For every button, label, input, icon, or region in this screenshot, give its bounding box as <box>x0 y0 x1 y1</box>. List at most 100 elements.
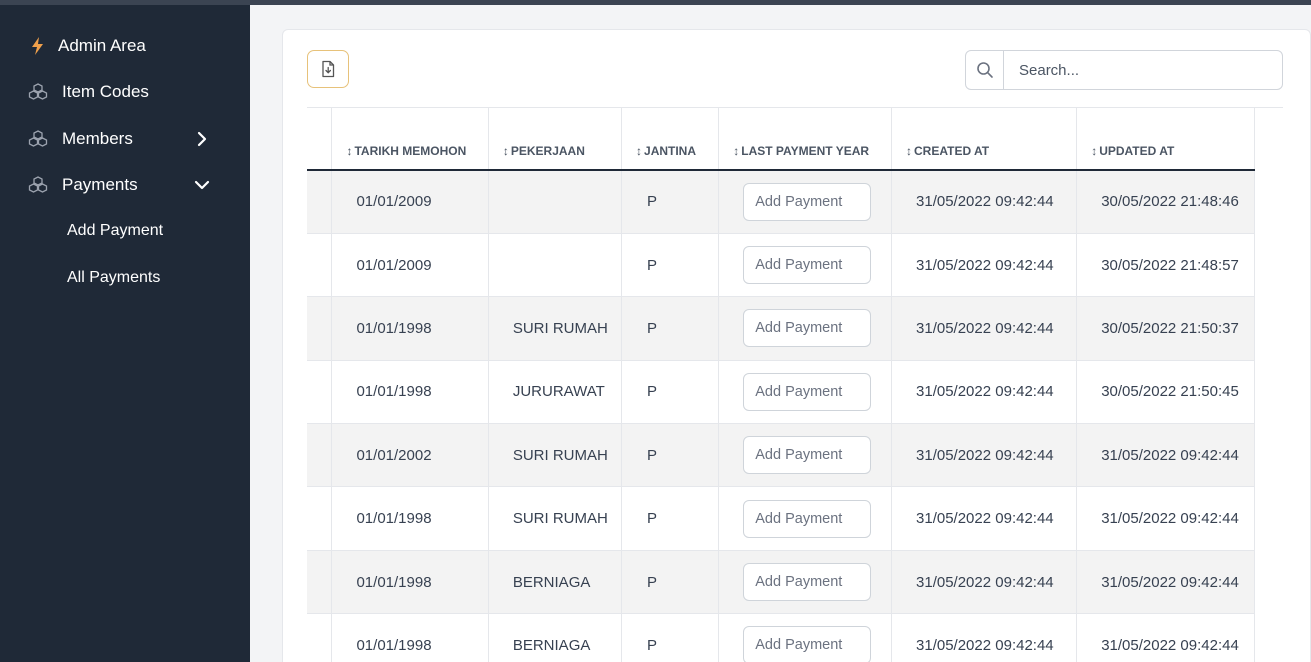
table-cell-jantina: P <box>621 550 720 615</box>
sidebar-item-item-codes[interactable]: Item Codes <box>0 75 250 109</box>
table-cell-payment <box>718 486 893 551</box>
table-cell-updated: 30/05/2022 21:50:37 <box>1076 296 1255 361</box>
table-cell-pekerjaan: BERNIAGA <box>488 550 623 615</box>
table-cell-tarikh: 01/01/1998 <box>331 613 489 662</box>
table-cell-created: 31/05/2022 09:42:44 <box>891 360 1078 425</box>
sidebar-item-label: Members <box>62 129 133 148</box>
table-row: 01/01/2009 P 31/05/2022 09:42:44 30/05/2… <box>307 170 1255 234</box>
sidebar-title: Admin Area <box>58 36 146 55</box>
table-cell-tarikh: 01/01/1998 <box>331 550 489 615</box>
chevron-right-icon[interactable] <box>194 131 210 147</box>
table-cell-updated: 30/05/2022 21:48:57 <box>1076 233 1255 298</box>
column-header-jantina[interactable]: ↕ JANTINA <box>621 108 720 171</box>
sidebar-subitem-all-payments[interactable]: All Payments <box>0 262 250 294</box>
table-cell-pekerjaan: SURI RUMAH <box>488 423 623 488</box>
table-cell-payment <box>718 550 893 615</box>
table-cell-jantina: P <box>621 233 720 298</box>
table-cell-payment <box>718 296 893 361</box>
table-cell-tarikh: 01/01/1998 <box>331 296 489 361</box>
table-cell <box>307 486 333 551</box>
sidebar-item-admin-area[interactable]: Admin Area <box>0 29 250 63</box>
column-header-created-at[interactable]: ↕ CREATED AT <box>891 108 1078 171</box>
cubes-icon <box>28 130 48 147</box>
table-cell-created: 31/05/2022 09:42:44 <box>891 296 1078 361</box>
column-header-last-payment-year[interactable]: ↕ LAST PAYMENT YEAR <box>718 108 893 171</box>
column-header-pekerjaan[interactable]: ↕ PEKERJAAN <box>488 108 623 171</box>
table-cell-created: 31/05/2022 09:42:44 <box>891 486 1078 551</box>
table-cell <box>307 423 333 488</box>
table-cell-jantina: P <box>621 423 720 488</box>
table-cell-jantina: P <box>621 360 720 425</box>
table-cell-payment <box>718 613 893 662</box>
table-cell <box>307 360 333 425</box>
sidebar-item-members[interactable]: Members <box>0 122 250 156</box>
column-header-tarikh-memohon[interactable]: ↕ TARIKH MEMOHON <box>331 108 489 171</box>
table-cell-pekerjaan <box>488 170 623 234</box>
table-cell-created: 31/05/2022 09:42:44 <box>891 423 1078 488</box>
search-icon-box[interactable] <box>966 51 1004 89</box>
search-box <box>965 50 1283 90</box>
table-cell-payment <box>718 170 893 234</box>
table-cell <box>307 296 333 361</box>
table-row: 01/01/1998 SURI RUMAH P 31/05/2022 09:42… <box>307 296 1255 361</box>
table-cell-tarikh: 01/01/2009 <box>331 170 489 234</box>
sidebar-item-label: Item Codes <box>62 82 149 101</box>
sidebar-subitem-label: All Payments <box>67 269 161 286</box>
cubes-icon <box>28 83 48 100</box>
table-row: 01/01/1998 SURI RUMAH P 31/05/2022 09:42… <box>307 486 1255 551</box>
table-cell-jantina: P <box>621 170 720 234</box>
table-cell-updated: 30/05/2022 21:48:46 <box>1076 170 1255 234</box>
sidebar: Admin Area Item Codes Members Payments A… <box>0 5 250 662</box>
sidebar-subitem-label: Add Payment <box>67 222 164 239</box>
export-button[interactable] <box>307 50 349 88</box>
add-payment-input[interactable] <box>743 246 872 285</box>
search-icon <box>976 62 993 78</box>
table-cell-tarikh: 01/01/2002 <box>331 423 489 488</box>
table-row: 01/01/1998 JURURAWAT P 31/05/2022 09:42:… <box>307 360 1255 425</box>
table-cell <box>307 170 333 234</box>
table-header-row: C ↕TARIKH MEMOHON ↕PEKERJAAN ↕JANTINA ↕L… <box>307 108 1255 171</box>
add-payment-input[interactable] <box>743 563 872 602</box>
add-payment-input[interactable] <box>743 182 872 221</box>
table-cell-pekerjaan <box>488 233 623 298</box>
table-cell <box>307 233 333 298</box>
table-cell-created: 31/05/2022 09:42:44 <box>891 170 1078 234</box>
column-header[interactable]: C <box>307 108 333 171</box>
chevron-down-icon[interactable] <box>194 177 210 193</box>
table-cell-jantina: P <box>621 486 720 551</box>
sidebar-item-label: Payments <box>62 175 138 194</box>
column-header-updated-at[interactable]: ↕ UPDATED AT <box>1076 108 1255 171</box>
table-scroll-area: C ↕TARIKH MEMOHON ↕PEKERJAAN ↕JANTINA ↕L… <box>307 107 1283 662</box>
sidebar-subitem-add-payment[interactable]: Add Payment <box>0 215 250 247</box>
add-payment-input[interactable] <box>743 372 872 411</box>
table-cell <box>307 550 333 615</box>
add-payment-input[interactable] <box>743 499 872 538</box>
table-cell-payment <box>718 233 893 298</box>
sidebar-item-payments[interactable]: Payments <box>0 168 250 202</box>
table-cell-updated: 31/05/2022 09:42:44 <box>1076 550 1255 615</box>
table-cell-created: 31/05/2022 09:42:44 <box>891 550 1078 615</box>
table-cell <box>307 613 333 662</box>
table-row: 01/01/2002 SURI RUMAH P 31/05/2022 09:42… <box>307 423 1255 488</box>
file-download-icon <box>322 60 335 78</box>
table-row: 01/01/1998 BERNIAGA P 31/05/2022 09:42:4… <box>307 550 1255 615</box>
add-payment-input[interactable] <box>743 309 872 348</box>
table-cell-pekerjaan: SURI RUMAH <box>488 486 623 551</box>
add-payment-input[interactable] <box>743 626 872 662</box>
table-cell-tarikh: 01/01/1998 <box>331 360 489 425</box>
cubes-icon <box>28 176 48 193</box>
table-cell-pekerjaan: SURI RUMAH <box>488 296 623 361</box>
table-cell-created: 31/05/2022 09:42:44 <box>891 233 1078 298</box>
table-cell-updated: 30/05/2022 21:50:45 <box>1076 360 1255 425</box>
table-cell-payment <box>718 423 893 488</box>
lightning-icon <box>32 37 43 55</box>
table-cell-tarikh: 01/01/1998 <box>331 486 489 551</box>
table-cell-payment <box>718 360 893 425</box>
table-cell-updated: 31/05/2022 09:42:44 <box>1076 486 1255 551</box>
search-input[interactable] <box>1004 51 1282 89</box>
members-table-card: C ↕TARIKH MEMOHON ↕PEKERJAAN ↕JANTINA ↕L… <box>282 29 1311 662</box>
table-cell-jantina: P <box>621 296 720 361</box>
table-cell-updated: 31/05/2022 09:42:44 <box>1076 423 1255 488</box>
table-cell-pekerjaan: BERNIAGA <box>488 613 623 662</box>
add-payment-input[interactable] <box>743 436 872 475</box>
